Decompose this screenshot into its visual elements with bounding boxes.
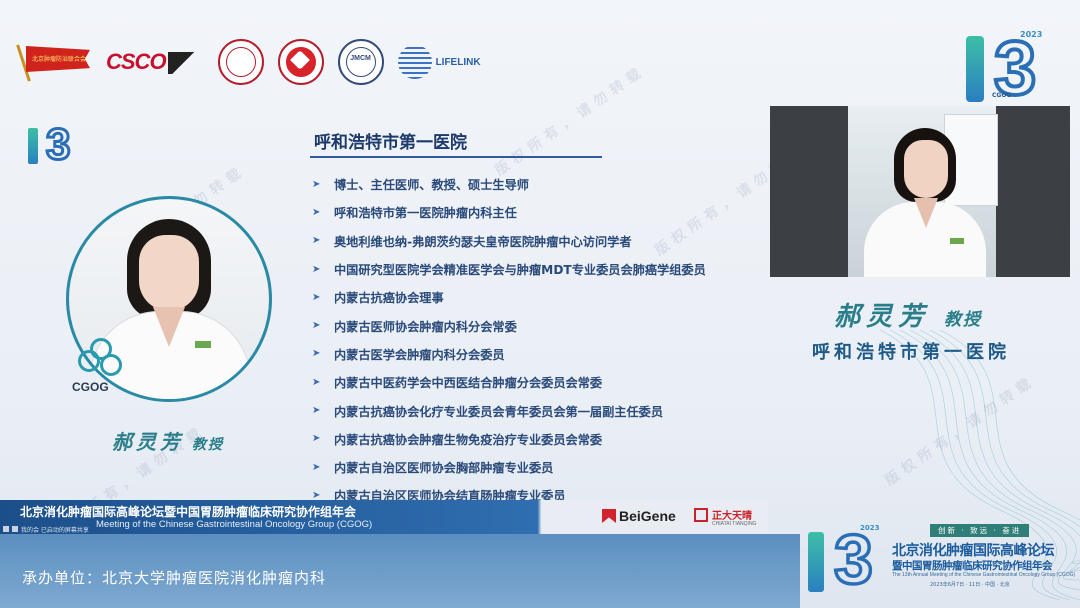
forum-subtitle: 暨中国胃肠肿瘤临床研究协作组年会 — [892, 560, 1053, 572]
banner-title-cn: 北京消化肿瘤国际高峰论坛暨中国胃肠肿瘤临床研究协作组年会 — [20, 505, 357, 519]
share-screen-icon[interactable] — [3, 526, 9, 532]
speaker-name: 郝灵芳 — [112, 430, 184, 454]
arrow-bullet-icon: ➤ — [312, 461, 321, 473]
globe-icon — [397, 45, 432, 79]
organizer-text: 承办单位：北京大学肿瘤医院消化肿瘤内科 — [22, 569, 327, 587]
watermark: 版权所有，请勿转载 — [492, 62, 649, 179]
arrow-bullet-icon: ➤ — [312, 235, 321, 247]
beigene-mark-icon — [602, 509, 616, 523]
bio-item: ➤ 奥地利维也纳-弗朗茨约瑟夫皇帝医院肿瘤中心访问学者 — [312, 234, 632, 249]
conference-13-logo: 3 2023 CGOG — [962, 26, 1058, 109]
forum-date: 2023年6月7日 · 11日 · 中国 · 北京 — [930, 582, 1010, 588]
arrow-bullet-icon: ➤ — [312, 178, 321, 190]
lifelink-logo: LIFELINK — [397, 45, 481, 79]
medical-society-seal-icon — [217, 39, 264, 85]
bio-heading: 呼和浩特市第一医院 — [314, 133, 467, 153]
arrow-bullet-icon: ➤ — [312, 263, 321, 275]
forum-logo: 3 2023 创新 · 致远 · 奋进 北京消化肿瘤国际高峰论坛 暨中国胃肠肿瘤… — [800, 510, 1080, 608]
screen-share-controls[interactable]: 我的会 已启动的屏幕共享 — [3, 524, 89, 534]
cmwa-heart-seal-icon — [277, 39, 324, 85]
arrow-bullet-icon: ➤ — [312, 433, 321, 445]
logo-abbr: CGOG — [992, 92, 1012, 99]
bio-item: ➤ 内蒙古医师协会肿瘤内科分会常委 — [312, 319, 517, 334]
screen-share-status: 我的会 已启动的屏幕共享 — [21, 526, 89, 534]
chiatai-mark-icon — [694, 507, 708, 522]
arrow-bullet-icon: ➤ — [312, 348, 321, 360]
bio-item: ➤ 呼和浩特市第一医院肿瘤内科主任 — [312, 206, 517, 221]
banner-title-en: Meeting of the Chinese Gastrointestinal … — [96, 519, 373, 530]
csco-logo: CSCO — [106, 49, 204, 75]
logo-year: 2023 — [1020, 30, 1043, 39]
forum-slogan: 创新 · 致远 · 奋进 — [930, 524, 1030, 537]
speaker-video-feed[interactable] — [770, 106, 1070, 277]
flag-logo-text: 北京肿瘤防治联合会 — [32, 56, 87, 63]
bio-item: ➤ 内蒙古医学会肿瘤内科分会委员 — [312, 347, 505, 362]
forum-digit-three: 3 — [832, 520, 874, 598]
arrow-bullet-icon: ➤ — [312, 405, 321, 417]
bio-heading-underline — [310, 156, 602, 158]
bio-item: ➤ 内蒙古抗癌协会肿瘤生物免疫治疗专业委员会常委 — [312, 432, 603, 447]
arrow-bullet-icon: ➤ — [312, 291, 321, 303]
speaker-title: 教授 — [192, 437, 224, 453]
slide-stage: 版权所有，请勿转载 版权所有，请勿转载 版权所有，请勿转载 版权所有，请勿转载 … — [0, 0, 1080, 608]
bio-item: ➤ 内蒙古抗癌协会理事 — [312, 291, 444, 306]
arrow-bullet-icon: ➤ — [312, 206, 321, 218]
arrow-bullet-icon: ➤ — [312, 320, 321, 332]
speaker-name-left: 郝灵芳 教授 — [112, 426, 224, 455]
cgog-logo: CGOG — [72, 336, 128, 398]
bio-item: ➤ 内蒙古抗癌协会化疗专业委员会青年委员会第一届副主任委员 — [312, 404, 664, 419]
flag-logo-icon: 北京肿瘤防治联合会 — [16, 42, 92, 82]
forum-digit-one — [808, 532, 824, 592]
forum-title: 北京消化肿瘤国际高峰论坛 — [892, 543, 1055, 559]
arrow-bullet-icon: ➤ — [312, 376, 321, 388]
jmcm-seal-logo: JMCM — [337, 39, 384, 85]
bio-list: ➤ 博士、主任医师、教授、硕士生导师 ➤ 呼和浩特市第一医院肿瘤内科主任 ➤ 奥地利维… — [312, 170, 706, 510]
bio-item: ➤ 博士、主任医师、教授、硕士生导师 — [312, 178, 529, 193]
bio-item: ➤ 内蒙古中医药学会中西医结合肿瘤分会委员会常委 — [312, 376, 603, 391]
bio-item: ➤ 内蒙古自治区医师协会胸部肿瘤专业委员 — [312, 461, 554, 476]
chiatai-tianqing-logo: 正大天晴 CHIATAI TIANQING — [694, 507, 756, 527]
organizer-bar: 承办单位：北京大学肿瘤医院消化肿瘤内科 — [0, 534, 800, 608]
cgog-rings-icon — [78, 338, 122, 376]
forum-english: The 13th Annual Meeting of the Chinese G… — [892, 572, 1076, 578]
window-icon[interactable] — [12, 526, 18, 532]
sponsor-logo-row: 北京肿瘤防治联合会 CSCO JMCM LIFELINK — [16, 34, 481, 90]
great-wall-icon — [167, 52, 204, 75]
bio-item: ➤ 中国研究型医院学会精准医学会与肿瘤MDT专业委员会肺癌学组委员 — [312, 263, 706, 278]
logo-digit-one — [966, 36, 984, 102]
beigene-logo: BeiGene — [602, 508, 676, 524]
small-13-logo: 3 — [28, 121, 84, 170]
